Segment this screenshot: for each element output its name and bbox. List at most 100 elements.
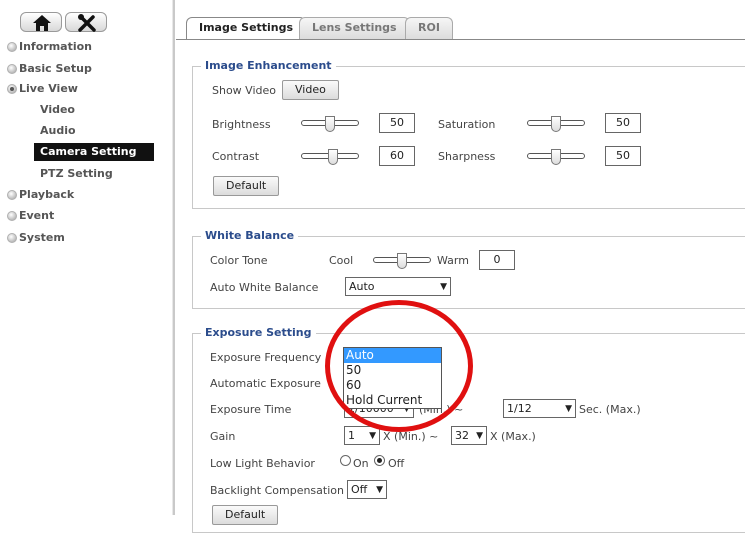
- slider-thumb[interactable]: [551, 149, 561, 165]
- sidebar-item-label: Event: [19, 209, 55, 222]
- exposure-max-suffix: Sec. (Max.): [579, 403, 641, 416]
- exposure-time-max-value: 1/12: [507, 402, 532, 415]
- backlight-label: Backlight Compensation: [210, 484, 344, 497]
- sidebar-item-label: Live View: [19, 82, 78, 95]
- tab-roi[interactable]: ROI: [405, 17, 453, 39]
- warm-label: Warm: [437, 254, 469, 267]
- sidebar-item-event[interactable]: Event: [0, 207, 54, 225]
- brightness-value[interactable]: 50: [379, 113, 415, 133]
- image-default-button[interactable]: Default: [213, 176, 280, 196]
- sidebar-item-system[interactable]: System: [0, 229, 65, 247]
- off-label: Off: [388, 457, 405, 470]
- tab-image-settings[interactable]: Image Settings: [186, 17, 307, 40]
- bullet-icon: [7, 211, 17, 221]
- contrast-value[interactable]: 60: [379, 146, 415, 166]
- brightness-slider[interactable]: [301, 112, 359, 136]
- exposure-frequency-label: Exposure Frequency: [210, 351, 322, 364]
- chevron-down-icon: ▼: [476, 431, 483, 441]
- sidebar-item-label: System: [19, 231, 65, 244]
- sidebar-item-ptz-setting[interactable]: PTZ Setting: [0, 165, 113, 183]
- main-panel: Image Settings Lens Settings ROI Image E…: [176, 0, 745, 533]
- bullet-open-icon: [7, 84, 17, 94]
- dropdown-option[interactable]: Hold Current: [344, 393, 441, 408]
- sidebar-item-label: Playback: [19, 188, 75, 201]
- section-title: White Balance: [201, 229, 299, 242]
- exposure-time-max-select[interactable]: 1/12 ▼: [503, 399, 576, 418]
- sidebar-item-label: Video: [40, 103, 75, 116]
- chevron-down-icon: ▼: [369, 431, 376, 441]
- sidebar-item-information[interactable]: Information: [0, 38, 92, 56]
- on-label: On: [353, 457, 369, 470]
- tab-underline: [176, 39, 745, 40]
- exposure-time-label: Exposure Time: [210, 403, 292, 416]
- tab-lens-settings[interactable]: Lens Settings: [299, 17, 410, 39]
- sidebar-item-basic-setup[interactable]: Basic Setup: [0, 60, 92, 78]
- color-tone-label: Color Tone: [210, 254, 268, 267]
- gain-max-select[interactable]: 32 ▼: [451, 426, 487, 445]
- slider-thumb[interactable]: [328, 149, 338, 165]
- color-tone-value[interactable]: 0: [479, 250, 515, 270]
- sidebar-item-label: Audio: [40, 124, 76, 137]
- chevron-down-icon: ▼: [440, 282, 447, 292]
- exposure-section: Exposure Setting Exposure Frequency Auto…: [192, 326, 745, 533]
- gain-label: Gain: [210, 430, 236, 443]
- slider-thumb[interactable]: [397, 253, 407, 269]
- video-button[interactable]: Video: [282, 80, 339, 100]
- sidebar-item-live-view[interactable]: Live View: [0, 80, 78, 98]
- backlight-value: Off: [351, 483, 368, 496]
- low-light-label: Low Light Behavior: [210, 457, 315, 470]
- awb-select-value: Auto: [349, 280, 375, 293]
- sidebar-divider: [172, 0, 175, 515]
- sidebar-item-video[interactable]: Video: [0, 101, 75, 119]
- sidebar-item-camera-setting[interactable]: Camera Setting: [34, 143, 154, 161]
- auto-exposure-label: Automatic Exposure: [210, 377, 321, 390]
- exposure-default-button[interactable]: Default: [212, 505, 279, 525]
- chevron-down-icon: ▼: [565, 404, 572, 414]
- image-enhancement-section: Image Enhancement Show Video Video Brigh…: [192, 59, 745, 209]
- home-button[interactable]: [20, 12, 62, 32]
- sidebar: Information Basic Setup Live View Video …: [0, 0, 172, 515]
- color-tone-slider[interactable]: [373, 249, 431, 273]
- sidebar-item-label: Information: [19, 40, 92, 53]
- bullet-icon: [7, 64, 17, 74]
- gain-min-select[interactable]: 1 ▼: [344, 426, 380, 445]
- sidebar-item-playback[interactable]: Playback: [0, 186, 74, 204]
- sharpness-label: Sharpness: [438, 150, 496, 163]
- sharpness-value[interactable]: 50: [605, 146, 641, 166]
- awb-select[interactable]: Auto ▼: [345, 277, 451, 296]
- chevron-down-icon: ▼: [376, 485, 383, 495]
- sidebar-item-label: Camera Setting: [40, 145, 137, 158]
- show-video-label: Show Video: [212, 84, 276, 97]
- brightness-label: Brightness: [212, 118, 271, 131]
- white-balance-section: White Balance Color Tone Cool Warm 0 Aut…: [192, 229, 745, 309]
- slider-thumb[interactable]: [551, 116, 561, 132]
- gain-min-suffix: X (Min.) ~: [383, 430, 439, 443]
- backlight-select[interactable]: Off ▼: [347, 480, 387, 499]
- bullet-icon: [7, 42, 17, 52]
- gain-max-suffix: X (Max.): [490, 430, 536, 443]
- sidebar-item-label: Basic Setup: [19, 62, 92, 75]
- low-light-on-radio[interactable]: [340, 455, 351, 466]
- awb-label: Auto White Balance: [210, 281, 319, 294]
- saturation-slider[interactable]: [527, 112, 585, 136]
- dropdown-option[interactable]: Auto: [344, 348, 441, 363]
- cool-label: Cool: [329, 254, 354, 267]
- contrast-slider[interactable]: [301, 145, 359, 169]
- section-title: Exposure Setting: [201, 326, 316, 339]
- bullet-icon: [7, 233, 17, 243]
- sharpness-slider[interactable]: [527, 145, 585, 169]
- tools-button[interactable]: [65, 12, 107, 32]
- dropdown-option[interactable]: 50: [344, 363, 441, 378]
- dropdown-option[interactable]: 60: [344, 378, 441, 393]
- sidebar-item-label: PTZ Setting: [40, 167, 113, 180]
- slider-thumb[interactable]: [325, 116, 335, 132]
- section-title: Image Enhancement: [201, 59, 336, 72]
- exposure-frequency-dropdown[interactable]: Auto 50 60 Hold Current: [343, 347, 442, 409]
- tools-icon: [78, 14, 96, 32]
- gain-min-value: 1: [348, 429, 355, 442]
- saturation-label: Saturation: [438, 118, 496, 131]
- sidebar-item-audio[interactable]: Audio: [0, 122, 76, 140]
- saturation-value[interactable]: 50: [605, 113, 641, 133]
- low-light-off-radio[interactable]: [374, 455, 385, 466]
- contrast-label: Contrast: [212, 150, 260, 163]
